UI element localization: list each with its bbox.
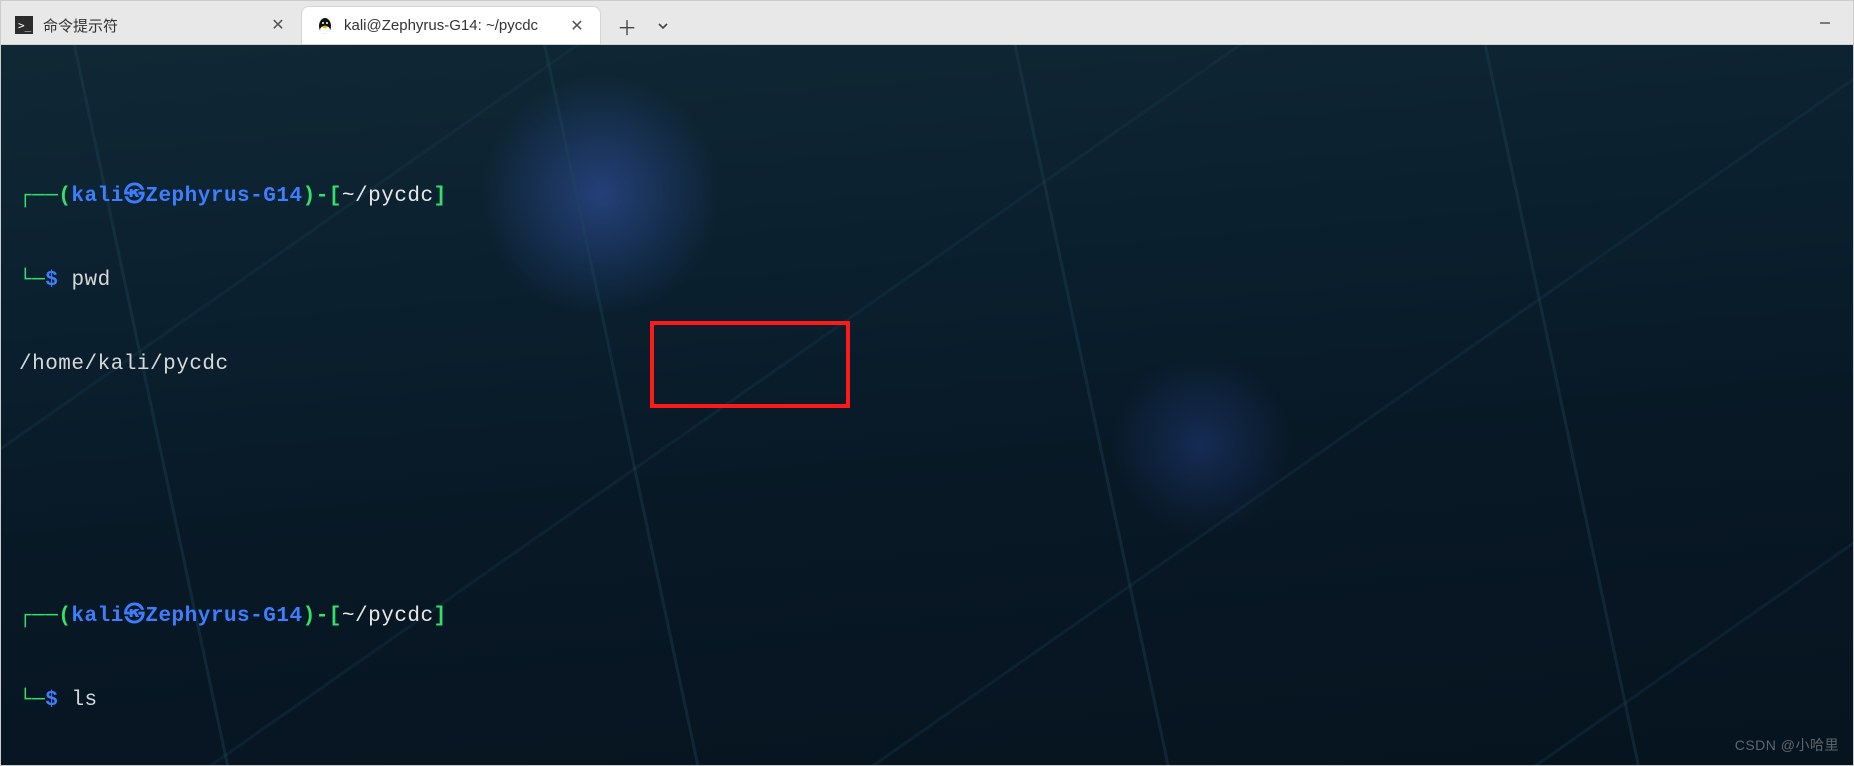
close-icon[interactable]: ✕ (269, 16, 287, 34)
tab-dropdown-button[interactable] (645, 8, 681, 44)
window-controls (1797, 1, 1853, 44)
new-tab-button[interactable]: ＋ (609, 8, 645, 44)
title-bar: >_ 命令提示符 ✕ kali@Zephyrus-G14: ~/pycdc ✕ … (1, 1, 1853, 45)
watermark: CSDN @小哈里 (1735, 731, 1839, 759)
terminal-content: ┌──(kali㉿Zephyrus-G14)-[~/pycdc] └─$ pwd… (19, 71, 1835, 765)
output-pwd: /home/kali/pycdc (19, 351, 1835, 379)
chevron-down-icon (657, 20, 669, 32)
terminal-pane[interactable]: ┌──(kali㉿Zephyrus-G14)-[~/pycdc] └─$ pwd… (1, 45, 1853, 765)
cmd-ls: ls (71, 687, 97, 715)
tux-icon (316, 17, 334, 35)
tab-title-cmd: 命令提示符 (43, 15, 259, 36)
cmd-pwd: pwd (71, 267, 110, 295)
tab-cmd[interactable]: >_ 命令提示符 ✕ (1, 6, 301, 44)
close-icon[interactable]: ✕ (568, 17, 586, 35)
tab-kali[interactable]: kali@Zephyrus-G14: ~/pycdc ✕ (301, 6, 601, 44)
minimize-icon (1819, 17, 1831, 29)
minimize-button[interactable] (1797, 1, 1853, 44)
tab-title-kali: kali@Zephyrus-G14: ~/pycdc (344, 17, 558, 34)
svg-text:>_: >_ (18, 19, 32, 32)
tab-strip: >_ 命令提示符 ✕ kali@Zephyrus-G14: ~/pycdc ✕ … (1, 1, 681, 44)
cmd-icon: >_ (15, 16, 33, 34)
